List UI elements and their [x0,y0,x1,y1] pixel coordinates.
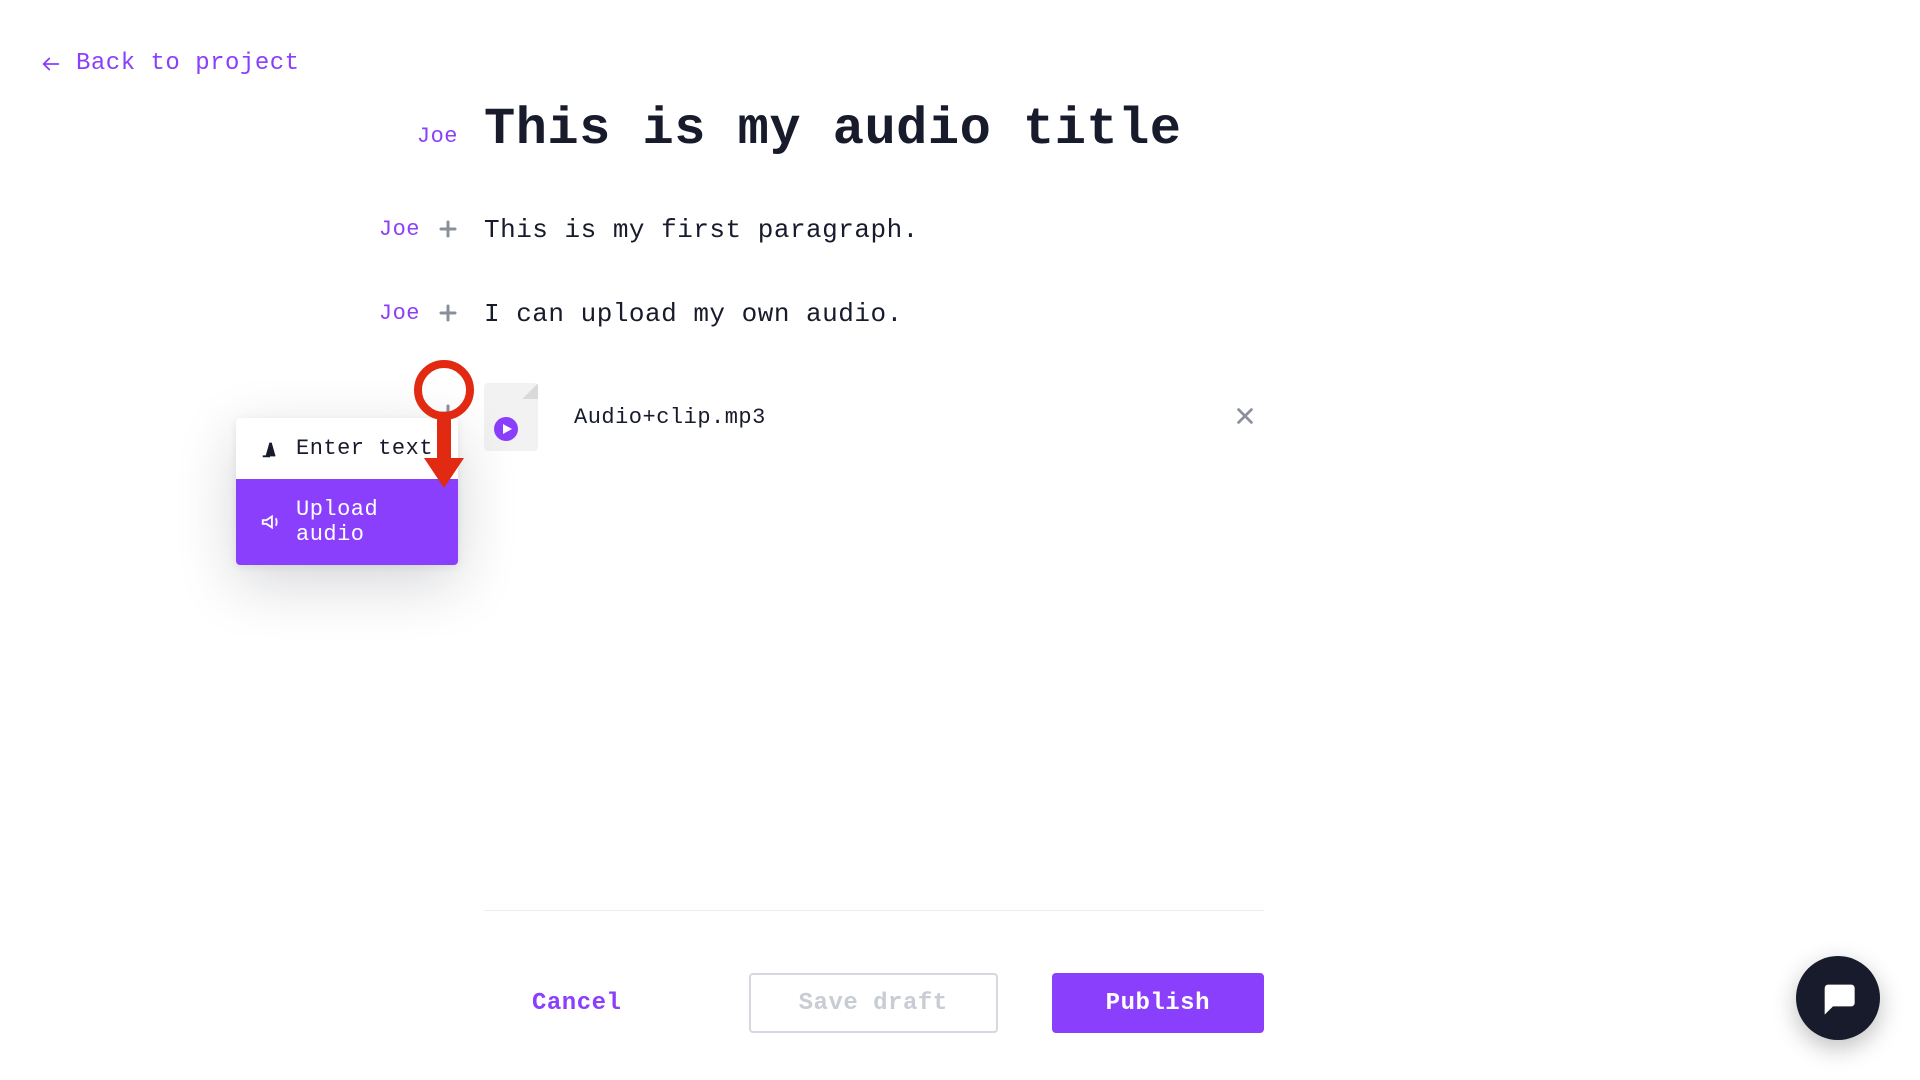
menu-item-enter-text[interactable]: Enter text [236,418,458,479]
menu-item-label: Upload audio [296,497,434,547]
audio-file-thumbnail[interactable] [484,383,538,451]
cancel-button[interactable]: Cancel [532,990,621,1017]
menu-item-label: Enter text [296,436,433,461]
author-tag-p2: Joe [379,301,420,326]
back-label: Back to project [76,50,300,77]
chat-widget-button[interactable] [1796,956,1880,1040]
menu-item-upload-audio[interactable]: Upload audio [236,479,458,565]
author-tag-p1: Joe [379,217,420,242]
add-block-menu: Enter text Upload audio [236,418,458,565]
back-to-project-link[interactable]: Back to project [40,50,300,77]
paragraph-text[interactable]: I can upload my own audio. [484,299,903,329]
add-block-button[interactable] [432,297,464,329]
paragraph-text[interactable]: This is my first paragraph. [484,215,919,245]
author-tag-title: Joe [417,124,458,149]
publish-button[interactable]: Publish [1052,973,1264,1033]
chat-bubble-icon [1818,978,1858,1018]
page-title[interactable]: This is my audio title [484,100,1182,159]
audio-file-name: Audio+clip.mp3 [574,405,766,430]
arrow-left-icon [40,53,62,75]
save-draft-button[interactable]: Save draft [749,973,998,1033]
play-icon [494,417,518,441]
add-block-button[interactable] [432,213,464,245]
megaphone-icon [260,511,282,533]
editor-footer: Cancel Save draft Publish [484,910,1264,1033]
text-type-icon [260,438,282,460]
remove-audio-button[interactable] [1234,405,1784,427]
